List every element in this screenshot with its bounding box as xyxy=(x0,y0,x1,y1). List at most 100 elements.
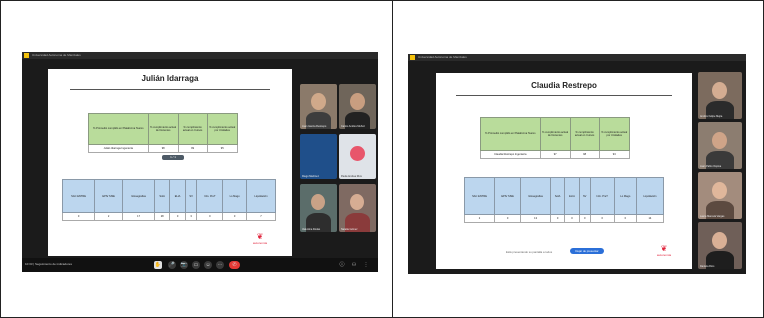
right-shared-slide: Claudia Restrepo % Promedio cumplido en … xyxy=(436,73,692,269)
left-shared-slide: Julián Idarraga % Promedio cumplido en P… xyxy=(48,69,292,256)
table-cell: 0 xyxy=(222,212,247,221)
logo-mark-icon: ❦ xyxy=(256,232,264,241)
participant-tile[interactable]: Laura Marcela Vargas xyxy=(698,172,742,219)
table-header: Glosagrafías xyxy=(520,177,551,215)
table-cell: 13 xyxy=(520,214,551,223)
table-cell: 14 xyxy=(635,214,665,223)
right-detail-table: SAC ENTRE EPS/ SISE Glosagrafías SolA EL… xyxy=(463,177,665,223)
participant-tile[interactable]: Andrés Felipe Mejía xyxy=(698,72,742,119)
table-header: % Promedio cumplido en Plataforma Teams xyxy=(480,117,541,151)
participant-tile[interactable]: Natalia Gómez xyxy=(339,184,376,232)
left-slide-rule xyxy=(70,89,270,90)
table-cell: 0 xyxy=(61,212,96,221)
participant-tile[interactable]: Juan Garcia Restrepo xyxy=(300,84,337,129)
table-cell: 2 xyxy=(463,214,496,223)
participant-tile[interactable]: Juan Pablo Ospina xyxy=(698,122,742,169)
university-logo: ❦ autonomía xyxy=(240,232,280,246)
app-icon xyxy=(24,53,29,58)
table-header: % cumplimiento actual de Docentes xyxy=(539,117,571,151)
participant-tile[interactable]: Paula Andrea Ríos xyxy=(339,134,376,179)
table-header: SAC ENTRE xyxy=(61,179,96,213)
table-cell: 0 xyxy=(564,214,580,223)
participant-name: Daniela Ríos xyxy=(700,265,715,268)
meeting-control-bar: 10:33 | Seguimiento de indicadores ✋ 🎤 📷… xyxy=(22,258,378,272)
table-header: SAC ENTRE xyxy=(463,177,496,215)
left-meeting-window: Universidad Autónoma de Manizales Julián… xyxy=(22,52,378,272)
participant-face xyxy=(712,232,727,249)
participant-face xyxy=(350,93,365,110)
people-icon[interactable]: ⚇ xyxy=(350,261,358,269)
table-cell: 7 xyxy=(245,212,277,221)
right-meeting-window: Universidad Autónoma de Manizales Claudi… xyxy=(408,54,746,274)
left-window-title: Universidad Autónoma de Manizales xyxy=(32,53,81,57)
table-cell: 17 xyxy=(122,212,156,221)
table-header: EPS/ SISE xyxy=(494,177,522,215)
table-cell: 93 xyxy=(598,150,630,159)
table-header: ELIA xyxy=(169,179,186,213)
left-title-bar: Universidad Autónoma de Manizales xyxy=(22,52,378,59)
table-cell: 97 xyxy=(539,150,571,159)
table-header: SolA xyxy=(549,177,566,215)
info-icon[interactable]: ⓘ xyxy=(338,261,346,269)
table-header: Info. PreT xyxy=(589,177,615,215)
app-icon xyxy=(410,55,415,60)
reactions-button[interactable]: ☺ xyxy=(204,261,212,269)
participant-name: Juan Pablo Ospina xyxy=(700,165,722,168)
right-slide-title: Claudia Restrepo xyxy=(531,81,597,90)
table-cell: 0 xyxy=(613,214,637,223)
table-header: Glosagrafías xyxy=(122,179,156,213)
table-cell: 28 xyxy=(154,212,171,221)
participant-tile[interactable]: Diego Martínez xyxy=(300,134,337,179)
table-cell: 99 xyxy=(177,144,208,153)
table-cell: 0 xyxy=(549,214,566,223)
table-header: SV xyxy=(184,179,198,213)
table-cell: 0 xyxy=(494,214,522,223)
participant-tile[interactable]: Carlos Andrés Muñoz xyxy=(339,84,376,129)
table-header: Liquidación xyxy=(245,179,277,213)
camera-button[interactable]: 📷 xyxy=(180,261,188,269)
participant-face xyxy=(712,132,727,149)
left-slide-title: Julián Idarraga xyxy=(141,74,199,83)
participant-name: Valentina Rodas xyxy=(302,228,321,231)
table-header: Liquidación xyxy=(635,177,665,215)
table-cell: 0 xyxy=(196,212,224,221)
table-header: % cumplimiento actual de Docentes xyxy=(147,113,179,145)
right-title-bar: Universidad Autónoma de Manizales xyxy=(408,54,746,61)
participant-face xyxy=(712,182,727,199)
table-cell: 2 xyxy=(94,212,124,221)
more-options-button[interactable]: ⋯ xyxy=(216,261,224,269)
present-button[interactable]: ▭ xyxy=(192,261,200,269)
table-header: % Promedio cumplido en Plataforma Teams xyxy=(88,113,149,145)
table-cell: 95 xyxy=(206,144,238,153)
table-header: Lo Mago xyxy=(613,177,637,215)
participant-tile[interactable]: Valentina Rodas xyxy=(300,184,337,232)
table-header: SolA xyxy=(154,179,171,213)
table-header: SV xyxy=(578,177,591,215)
slide-pager[interactable]: 1 / 1 xyxy=(162,155,184,160)
stop-presenting-button[interactable]: Dejar de presentar xyxy=(570,248,604,254)
table-header: Lo Mago xyxy=(222,179,247,213)
university-logo: ❦ autonomía xyxy=(642,244,686,258)
participant-name: Carlos Andrés Muñoz xyxy=(341,125,365,128)
logo-mark-icon: ❦ xyxy=(660,244,668,253)
participant-name: Paula Andrea Ríos xyxy=(341,175,362,178)
end-call-button[interactable]: ✆ xyxy=(229,261,240,269)
microphone-button[interactable]: 🎤 xyxy=(168,261,176,269)
activities-icon[interactable]: ⋮ xyxy=(362,261,370,269)
participant-face xyxy=(350,194,364,210)
logo-text: autonomía xyxy=(252,241,268,245)
table-cell: 98 xyxy=(569,150,600,159)
table-cell: 0 xyxy=(578,214,591,223)
table-cell: 0 xyxy=(589,214,615,223)
table-header: % cumplimiento actual por Unidades xyxy=(206,113,238,145)
table-cell: 98 xyxy=(147,144,179,153)
participant-name: Andrés Felipe Mejía xyxy=(700,115,723,118)
column-divider xyxy=(392,0,393,318)
right-window-title: Universidad Autónoma de Manizales xyxy=(418,55,467,59)
table-header: % cumplimiento actual en Cursos xyxy=(177,113,208,145)
participant-tile[interactable]: Daniela Ríos xyxy=(698,222,742,269)
logo-text: autonomía xyxy=(656,253,672,257)
table-cell: Claudia Restrepo Ingeniería xyxy=(480,150,541,159)
table-cell: 0 xyxy=(169,212,186,221)
raise-hand-button[interactable]: ✋ xyxy=(154,261,162,269)
